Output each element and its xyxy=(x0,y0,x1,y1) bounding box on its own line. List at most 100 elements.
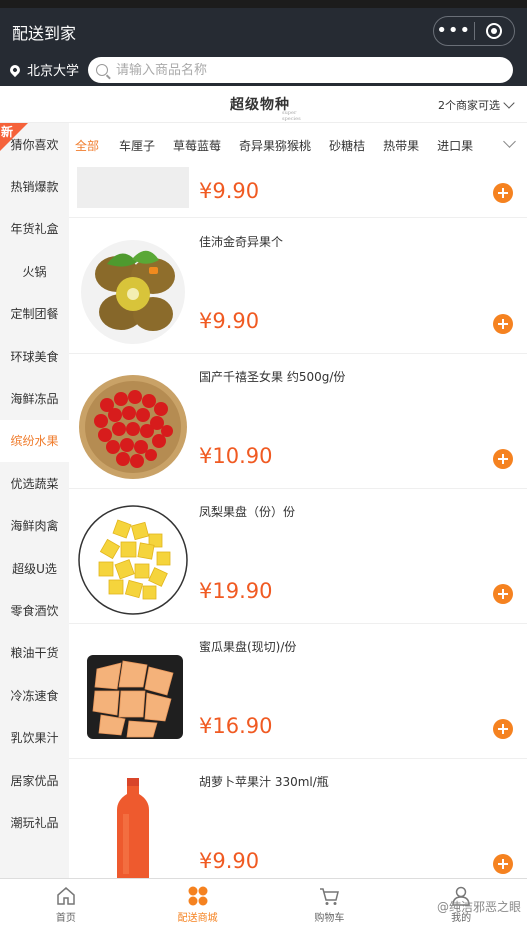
sidebar-item-label: 零食酒饮 xyxy=(10,603,59,618)
product-name: 胡萝卜苹果汁 330ml/瓶 xyxy=(199,775,329,789)
product-name: 国产千禧圣女果 约500g/份 xyxy=(199,370,346,384)
melon-plate-image xyxy=(87,655,183,739)
sidebar-item-label: 定制团餐 xyxy=(10,307,59,322)
add-to-cart-button[interactable] xyxy=(493,719,513,739)
expand-tabs-icon[interactable] xyxy=(503,135,516,148)
product-card[interactable]: 胡萝卜苹果汁 330ml/瓶 ¥9.90 xyxy=(69,759,527,878)
add-to-cart-button[interactable] xyxy=(493,314,513,334)
sidebar-item[interactable]: 超级U选 xyxy=(0,547,69,589)
new-badge-text: 新 xyxy=(1,125,14,139)
sidebar-item-label: 热销爆款 xyxy=(10,180,59,195)
product-list: ¥9.90 佳沛金奇异果个 ¥9.90 国产千禧圣女果 约500g/份 ¥10.… xyxy=(69,167,527,878)
sidebar-item[interactable]: 冷冻速食 xyxy=(0,674,69,716)
app-header: 配送到家 ••• xyxy=(0,8,527,54)
tabbar-cart[interactable]: 购物车 xyxy=(264,879,396,926)
product-price: ¥19.90 xyxy=(199,579,273,603)
product-name: 佳沛金奇异果个 xyxy=(199,235,284,249)
watermark-text: @纯洁邪恶之眼 xyxy=(436,900,521,914)
tabbar-home-label: 首页 xyxy=(55,913,76,924)
sidebar-item[interactable]: 潮玩礼品 xyxy=(0,801,69,843)
sidebar-item-label: 环球美食 xyxy=(10,349,59,364)
product-name: 凤梨果盘（份）份 xyxy=(199,505,296,519)
product-card[interactable]: 凤梨果盘（份）份 ¥19.90 xyxy=(69,489,527,624)
store-logo: 超级物种 super species xyxy=(230,94,301,122)
tabbar-shop[interactable]: 配送商城 xyxy=(132,879,264,926)
sidebar-item[interactable]: 海鲜肉禽 xyxy=(0,505,69,547)
chevron-down-icon xyxy=(503,97,515,109)
product-card[interactable]: 佳沛金奇异果个 ¥9.90 xyxy=(69,219,527,354)
store-logo-subtext: super species xyxy=(282,110,301,122)
sidebar-item-label: 年货礼盒 xyxy=(10,222,59,237)
product-card[interactable]: ¥9.90 xyxy=(69,167,527,218)
tab-kiwi[interactable]: 奇异果猕猴桃 xyxy=(239,137,311,154)
product-name: 蜜瓜果盘(现切)/份 xyxy=(199,640,297,654)
grid-shop-icon xyxy=(188,886,208,906)
sidebar-item-label: 潮玩礼品 xyxy=(10,815,59,830)
sidebar-item[interactable]: 火锅 xyxy=(0,250,69,292)
add-to-cart-button[interactable] xyxy=(493,854,513,874)
sidebar-item[interactable]: 居家优品 xyxy=(0,759,69,801)
add-to-cart-button[interactable] xyxy=(493,584,513,604)
sidebar-item-label: 超级U选 xyxy=(12,561,57,576)
product-price: ¥16.90 xyxy=(199,714,273,738)
tab-cherry[interactable]: 车厘子 xyxy=(119,137,155,154)
location-pin-icon xyxy=(7,62,23,77)
sidebar-item[interactable]: 年货礼盒 xyxy=(0,208,69,250)
location-search-bar: 北京大学 xyxy=(0,54,527,86)
sidebar-item[interactable]: 零食酒饮 xyxy=(0,589,69,631)
tabbar-cart-label: 购物车 xyxy=(314,913,345,924)
sidebar-item-label: 冷冻速食 xyxy=(10,688,59,703)
product-price: ¥9.90 xyxy=(199,849,260,873)
store-selector-label: 2个商家可选 xyxy=(438,99,500,112)
cherry-tomato-image xyxy=(79,375,187,479)
product-price: ¥9.90 xyxy=(199,179,260,203)
sidebar-item-label: 粮油干货 xyxy=(10,646,59,661)
target-close-icon xyxy=(486,23,503,39)
miniapp-capsule: ••• xyxy=(433,16,515,46)
add-to-cart-button[interactable] xyxy=(493,183,513,203)
location-name: 北京大学 xyxy=(27,64,80,79)
close-button[interactable] xyxy=(474,23,514,39)
store-selector[interactable]: 2个商家可选 xyxy=(438,97,515,113)
search-icon xyxy=(96,64,108,76)
tabbar-home[interactable]: 首页 xyxy=(0,879,132,926)
sidebar-item-label: 海鲜肉禽 xyxy=(10,519,59,534)
tab-imported[interactable]: 进口果 xyxy=(437,137,473,154)
more-dots-icon[interactable]: ••• xyxy=(434,17,474,45)
sidebar-item[interactable]: 热销爆款 xyxy=(0,165,69,207)
subcategory-tabs: 全部 车厘子 草莓蓝莓 奇异果猕猴桃 砂糖桔 热带果 进口果 xyxy=(69,123,527,167)
cart-icon xyxy=(320,888,340,905)
search-box[interactable] xyxy=(88,57,513,83)
store-logo-text: 超级物种 xyxy=(230,97,290,113)
sidebar-item-active[interactable]: 缤纷水果 xyxy=(0,419,69,463)
product-price: ¥9.90 xyxy=(199,309,260,333)
juice-bottle-image xyxy=(117,778,149,878)
tab-all[interactable]: 全部 xyxy=(75,137,99,154)
sidebar-item[interactable]: 海鲜冻品 xyxy=(0,377,69,419)
sidebar-item-label: 缤纷水果 xyxy=(10,434,59,449)
sidebar-item[interactable]: 优选蔬菜 xyxy=(0,462,69,504)
tab-mandarin[interactable]: 砂糖桔 xyxy=(329,137,365,154)
page-title: 配送到家 xyxy=(12,24,77,43)
sidebar-item[interactable]: 乳饮果汁 xyxy=(0,716,69,758)
sidebar-item-label: 火锅 xyxy=(22,264,47,279)
category-sidebar: 猜你喜欢 热销爆款 年货礼盒 火锅 定制团餐 环球美食 海鲜冻品 缤纷水果 优选… xyxy=(0,123,69,878)
location-selector[interactable]: 北京大学 xyxy=(7,60,80,79)
sidebar-item[interactable]: 粮油干货 xyxy=(0,632,69,674)
sidebar-item[interactable]: 环球美食 xyxy=(0,335,69,377)
sidebar-item-label: 居家优品 xyxy=(10,773,59,788)
product-card[interactable]: 蜜瓜果盘(现切)/份 ¥16.90 xyxy=(69,624,527,759)
tab-berries[interactable]: 草莓蓝莓 xyxy=(173,137,221,154)
tab-tropical[interactable]: 热带果 xyxy=(383,137,419,154)
add-to-cart-button[interactable] xyxy=(493,449,513,469)
sidebar-item-label: 优选蔬菜 xyxy=(10,476,59,491)
store-bar: 超级物种 super species 2个商家可选 xyxy=(0,86,527,123)
sidebar-item-label: 海鲜冻品 xyxy=(10,392,59,407)
product-image xyxy=(77,167,189,208)
sidebar-item-label: 乳饮果汁 xyxy=(10,731,59,746)
sidebar-item[interactable]: 定制团餐 xyxy=(0,293,69,335)
search-input[interactable] xyxy=(116,62,506,78)
home-icon xyxy=(57,887,75,905)
tabbar-shop-label: 配送商城 xyxy=(177,913,218,924)
product-card[interactable]: 国产千禧圣女果 约500g/份 ¥10.90 xyxy=(69,354,527,489)
